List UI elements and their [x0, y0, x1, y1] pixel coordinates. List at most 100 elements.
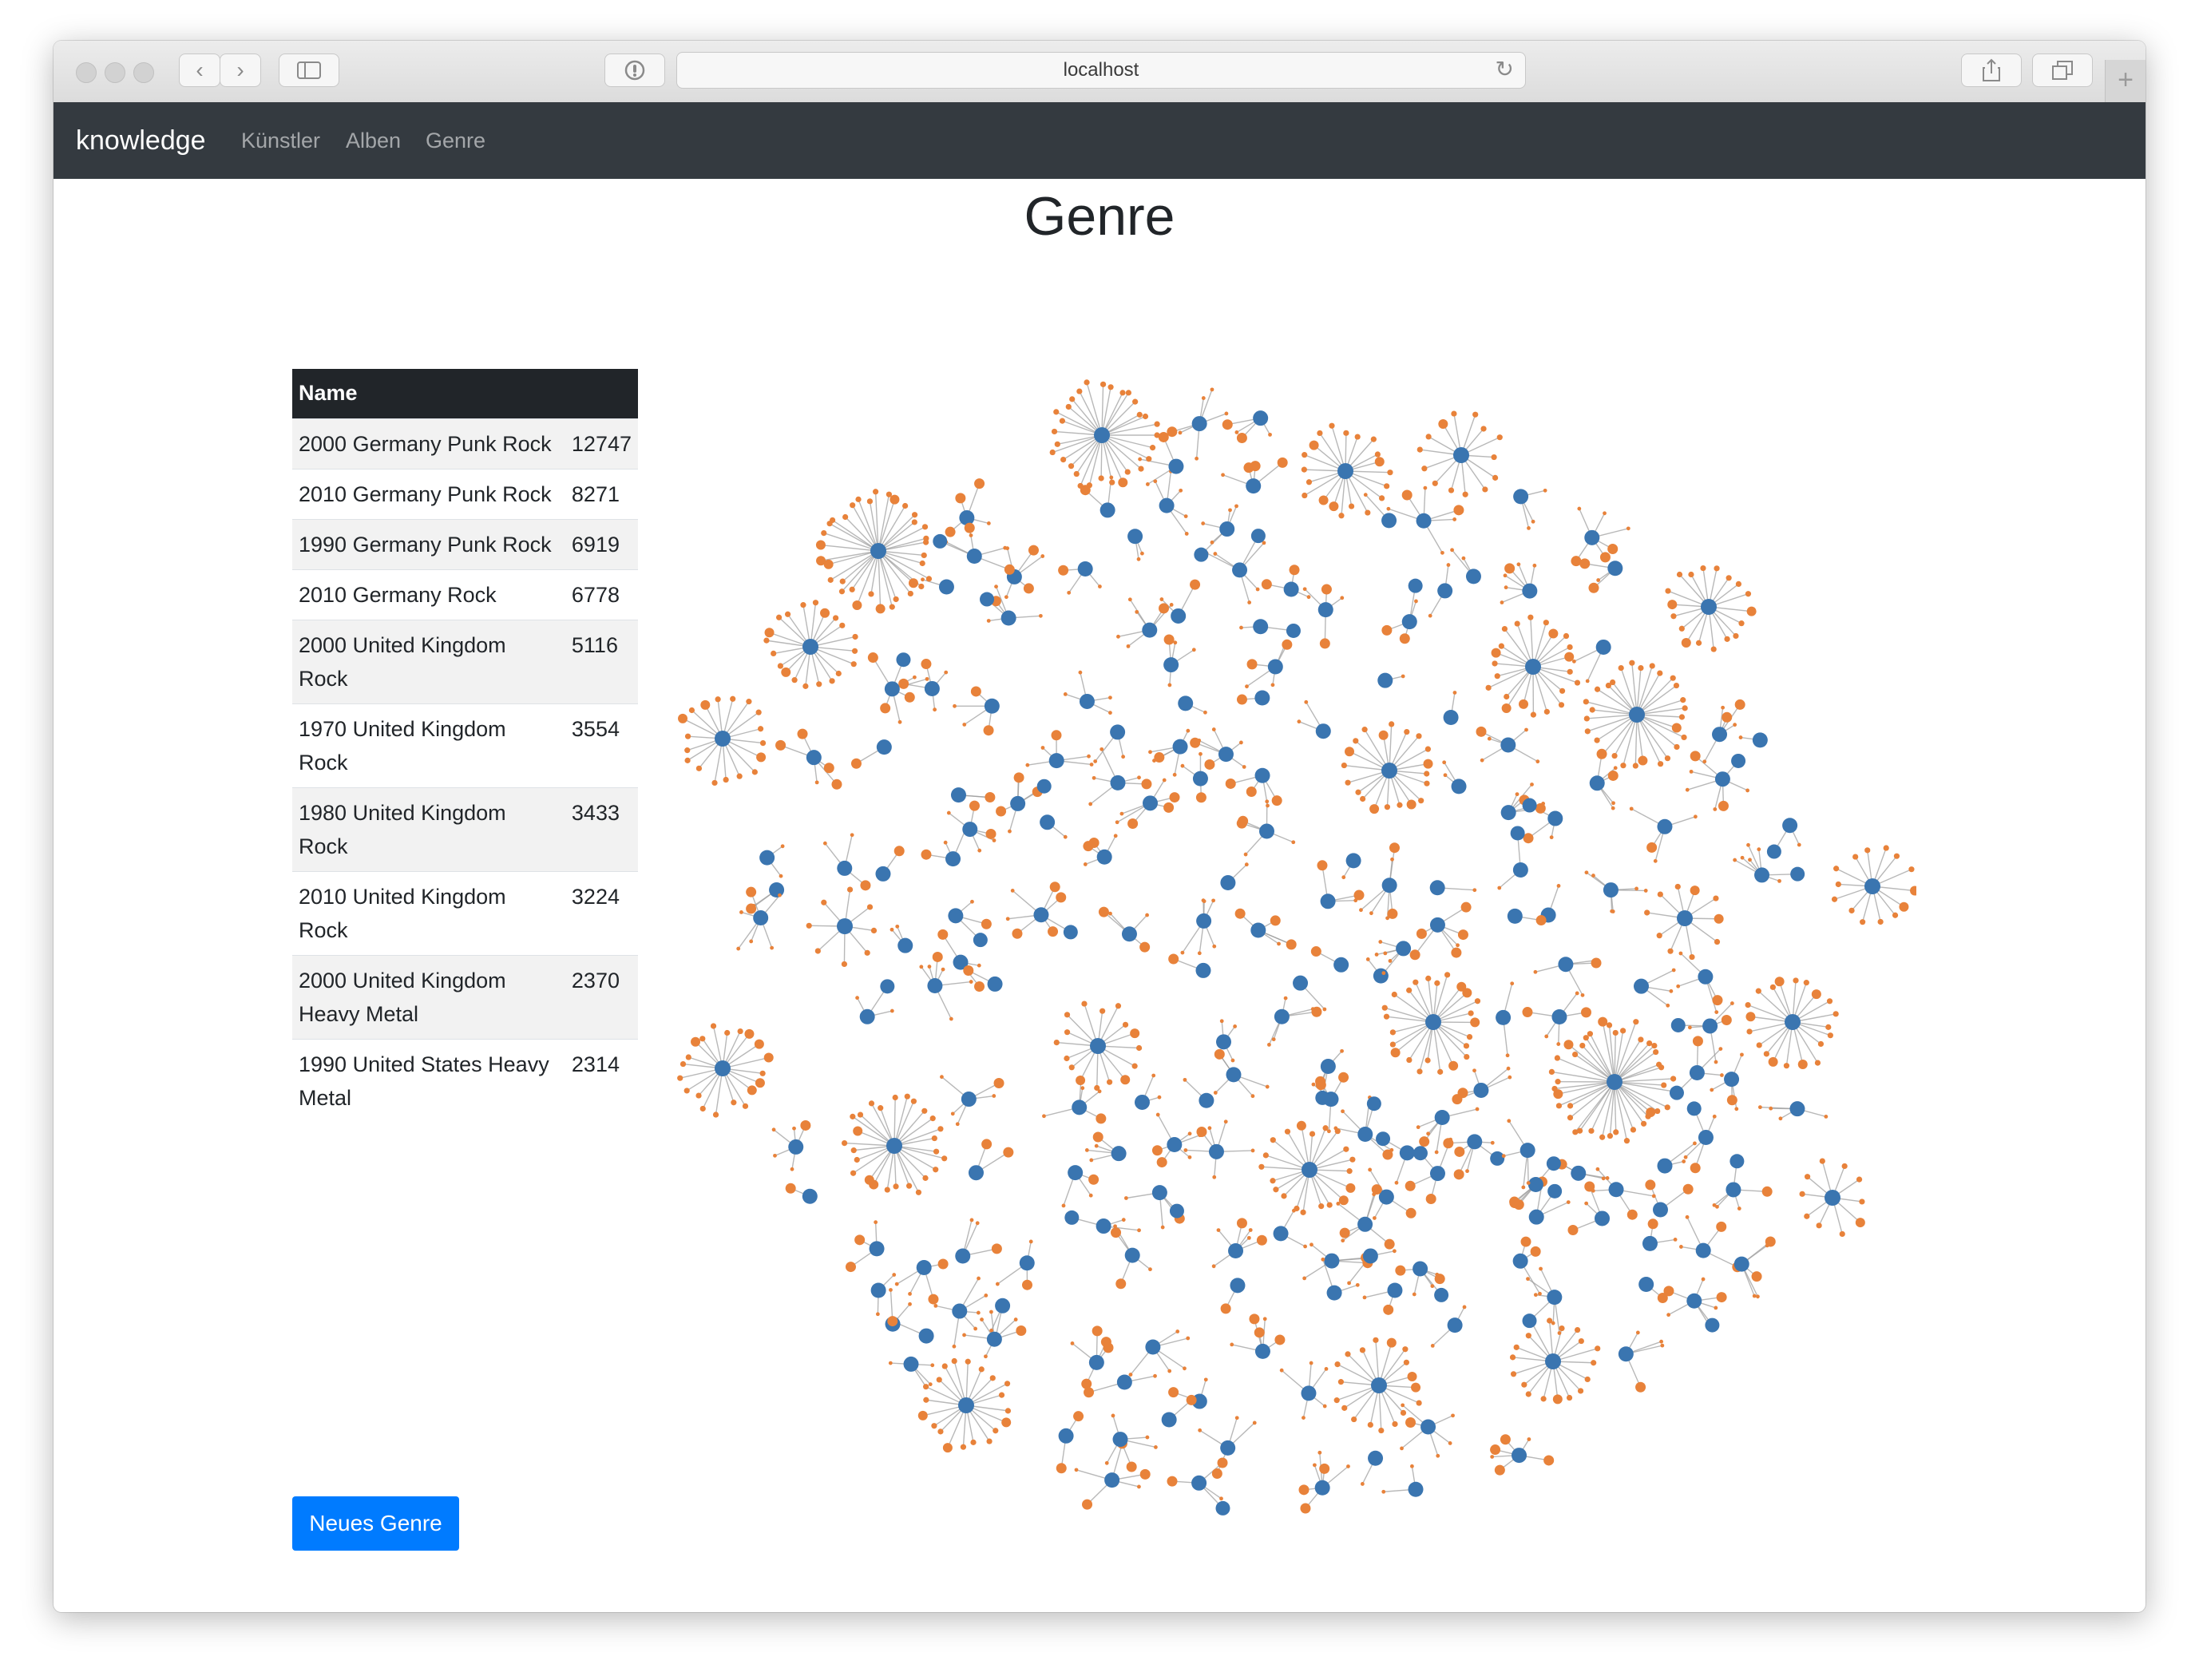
genre-node[interactable] — [1357, 1216, 1373, 1232]
leaf-node[interactable] — [1183, 1366, 1187, 1371]
leaf-node[interactable] — [1221, 473, 1225, 477]
leaf-node[interactable] — [1756, 1294, 1760, 1299]
leaf-node[interactable] — [1738, 620, 1745, 627]
genre-node[interactable] — [1512, 1253, 1528, 1269]
leaf-node[interactable] — [1777, 878, 1781, 883]
leaf-node[interactable] — [1671, 968, 1676, 973]
leaf-node[interactable] — [874, 1220, 878, 1225]
leaf-node[interactable] — [888, 1361, 893, 1365]
genre-node[interactable] — [950, 787, 966, 803]
leaf-node[interactable] — [1261, 579, 1272, 590]
leaf-node[interactable] — [1343, 430, 1349, 436]
leaf-node[interactable] — [1186, 1394, 1197, 1405]
leaf-node[interactable] — [853, 1126, 863, 1136]
leaf-node[interactable] — [1533, 969, 1538, 974]
leaf-node[interactable] — [1100, 747, 1104, 751]
leaf-node[interactable] — [1474, 998, 1481, 1004]
leaf-node[interactable] — [1526, 1181, 1531, 1185]
leaf-node[interactable] — [1530, 711, 1536, 718]
leaf-node[interactable] — [827, 577, 834, 583]
leaf-node[interactable] — [1653, 1048, 1659, 1056]
leaf-node[interactable] — [1591, 1188, 1595, 1193]
leaf-node[interactable] — [1056, 892, 1067, 903]
leaf-node[interactable] — [1657, 891, 1663, 897]
leaf-node[interactable] — [1599, 552, 1611, 563]
leaf-node[interactable] — [1038, 613, 1043, 618]
genre-node[interactable] — [955, 1248, 971, 1264]
leaf-node[interactable] — [1689, 769, 1694, 774]
leaf-node[interactable] — [1525, 1391, 1531, 1397]
genre-node[interactable] — [1320, 893, 1336, 909]
leaf-node[interactable] — [1001, 1417, 1012, 1428]
leaf-node[interactable] — [1005, 917, 1010, 921]
leaf-node[interactable] — [699, 1036, 706, 1042]
genre-node[interactable] — [1607, 1074, 1623, 1090]
leaf-node[interactable] — [1054, 441, 1060, 447]
genre-node[interactable] — [916, 1260, 932, 1276]
leaf-node[interactable] — [1369, 804, 1380, 814]
leaf-node[interactable] — [1450, 548, 1454, 553]
genre-node[interactable] — [1191, 416, 1207, 432]
leaf-node[interactable] — [1310, 946, 1321, 957]
leaf-node[interactable] — [931, 1135, 937, 1142]
leaf-node[interactable] — [1714, 1010, 1719, 1015]
leaf-node[interactable] — [1824, 1115, 1829, 1119]
leaf-node[interactable] — [1864, 847, 1871, 854]
leaf-node[interactable] — [1158, 431, 1169, 442]
table-row[interactable]: 2000 Germany Punk Rock 12747 — [292, 418, 638, 469]
genre-node[interactable] — [1286, 623, 1301, 638]
leaf-node[interactable] — [1638, 1036, 1644, 1043]
leaf-node[interactable] — [1651, 1042, 1658, 1049]
leaf-node[interactable] — [1724, 636, 1730, 642]
leaf-node[interactable] — [816, 556, 826, 566]
leaf-node[interactable] — [1579, 1042, 1586, 1049]
leaf-node[interactable] — [1831, 896, 1838, 902]
leaf-node[interactable] — [1195, 456, 1199, 461]
leaf-node[interactable] — [850, 661, 857, 668]
leaf-node[interactable] — [953, 703, 957, 708]
leaf-node[interactable] — [1841, 1163, 1848, 1170]
genre-node[interactable] — [870, 1282, 886, 1298]
leaf-node[interactable] — [970, 899, 974, 904]
genre-node[interactable] — [1274, 1008, 1290, 1024]
leaf-node[interactable] — [1359, 1347, 1366, 1353]
leaf-node[interactable] — [1679, 1245, 1683, 1249]
leaf-node[interactable] — [1400, 1409, 1407, 1416]
leaf-node[interactable] — [1254, 1327, 1265, 1338]
leaf-node[interactable] — [893, 1183, 899, 1190]
genre-node[interactable] — [1490, 1151, 1505, 1166]
genre-node[interactable] — [1396, 941, 1412, 957]
table-row[interactable]: 1990 Germany Punk Rock 6919 — [292, 518, 638, 569]
leaf-node[interactable] — [1051, 428, 1058, 435]
genre-node[interactable] — [927, 978, 943, 994]
leaf-node[interactable] — [1246, 1235, 1251, 1240]
leaf-node[interactable] — [677, 1075, 683, 1081]
leaf-node[interactable] — [1746, 842, 1750, 847]
leaf-node[interactable] — [1238, 740, 1243, 745]
leaf-node[interactable] — [1567, 1225, 1579, 1236]
leaf-node[interactable] — [1125, 390, 1132, 396]
leaf-node[interactable] — [751, 769, 758, 775]
leaf-node[interactable] — [773, 1153, 777, 1158]
leaf-node[interactable] — [1714, 1060, 1718, 1064]
leaf-node[interactable] — [1687, 1025, 1692, 1030]
leaf-node[interactable] — [937, 1126, 944, 1132]
leaf-node[interactable] — [1610, 679, 1616, 686]
leaf-node[interactable] — [1108, 911, 1112, 916]
leaf-node[interactable] — [1472, 1068, 1476, 1073]
leaf-node[interactable] — [1190, 737, 1201, 748]
leaf-node[interactable] — [1383, 951, 1388, 956]
leaf-node[interactable] — [1551, 1321, 1555, 1325]
genre-node[interactable] — [1657, 1158, 1673, 1174]
leaf-node[interactable] — [680, 1060, 687, 1068]
leaf-node[interactable] — [1566, 1394, 1573, 1401]
leaf-node[interactable] — [866, 498, 874, 505]
table-row[interactable]: 1990 United States Heavy Metal 2314 — [292, 1038, 638, 1123]
leaf-node[interactable] — [1490, 1140, 1495, 1145]
leaf-node[interactable] — [892, 1273, 897, 1277]
sidebar-toggle-button[interactable] — [279, 53, 339, 87]
leaf-node[interactable] — [970, 1439, 977, 1445]
leaf-node[interactable] — [1163, 802, 1175, 813]
leaf-node[interactable] — [933, 707, 937, 712]
leaf-node[interactable] — [1669, 989, 1674, 993]
